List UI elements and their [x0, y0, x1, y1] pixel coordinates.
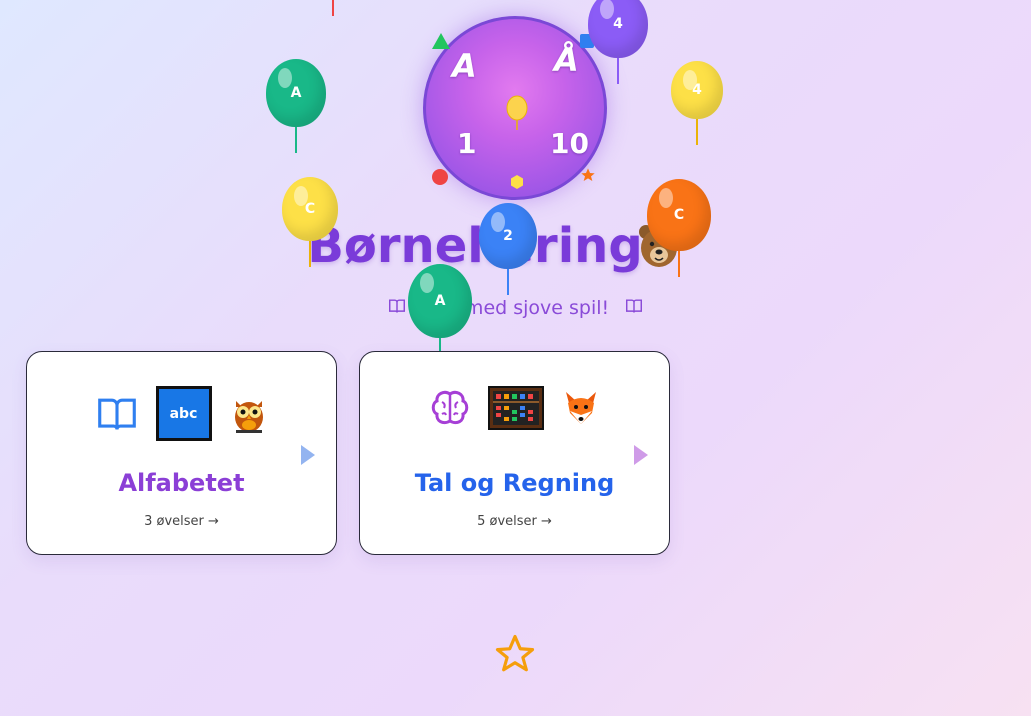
balloon[interactable]: A: [408, 264, 472, 364]
triangle-icon: [432, 33, 450, 49]
abacus-icon: [487, 386, 544, 430]
card-icons: [360, 386, 669, 430]
hero-number-10: 10: [550, 127, 589, 160]
page-title: Børnelæring: [307, 218, 643, 274]
mini-balloon-icon: [506, 95, 528, 130]
card-title: Tal og Regning: [414, 469, 615, 497]
book-icon: [388, 297, 406, 319]
category-card-tal-og-regning[interactable]: Tal og Regning 5 øvelser →: [359, 351, 670, 555]
card-title: Alfabetet: [118, 469, 245, 497]
play-arrow-icon[interactable]: [633, 444, 649, 466]
balloon[interactable]: C: [282, 177, 338, 267]
balloon[interactable]: C: [647, 179, 711, 277]
balloon[interactable]: A: [266, 59, 326, 153]
book-icon: [625, 297, 643, 319]
hexagon-icon: [511, 175, 523, 189]
balloon[interactable]: 4: [671, 61, 723, 145]
category-card-alfabetet[interactable]: abc Alfabetet 3 øvelser →: [26, 351, 337, 555]
hero-number-1: 1: [457, 127, 477, 160]
red-dot-icon: [432, 169, 448, 185]
open-book-icon: [97, 398, 136, 430]
play-arrow-icon[interactable]: [300, 444, 316, 466]
card-exercise-count: 5 øvelser →: [477, 514, 552, 529]
star-icon[interactable]: [494, 633, 536, 675]
brain-icon: [431, 390, 468, 425]
hero-letter-a: A: [452, 47, 477, 85]
card-icons: abc: [27, 386, 336, 441]
fox-icon: [565, 392, 596, 424]
abc-block-icon: abc: [155, 386, 212, 441]
decorative-line: [332, 0, 334, 16]
balloon[interactable]: 4: [588, 0, 648, 84]
hero-letter-aa: Å: [554, 41, 579, 79]
small-star-icon: [581, 168, 595, 181]
card-exercise-count: 3 øvelser →: [144, 514, 219, 529]
owl-icon: [234, 400, 263, 433]
subtitle: Lær med sjove spil!: [0, 296, 1031, 319]
balloon[interactable]: 2: [479, 203, 537, 295]
